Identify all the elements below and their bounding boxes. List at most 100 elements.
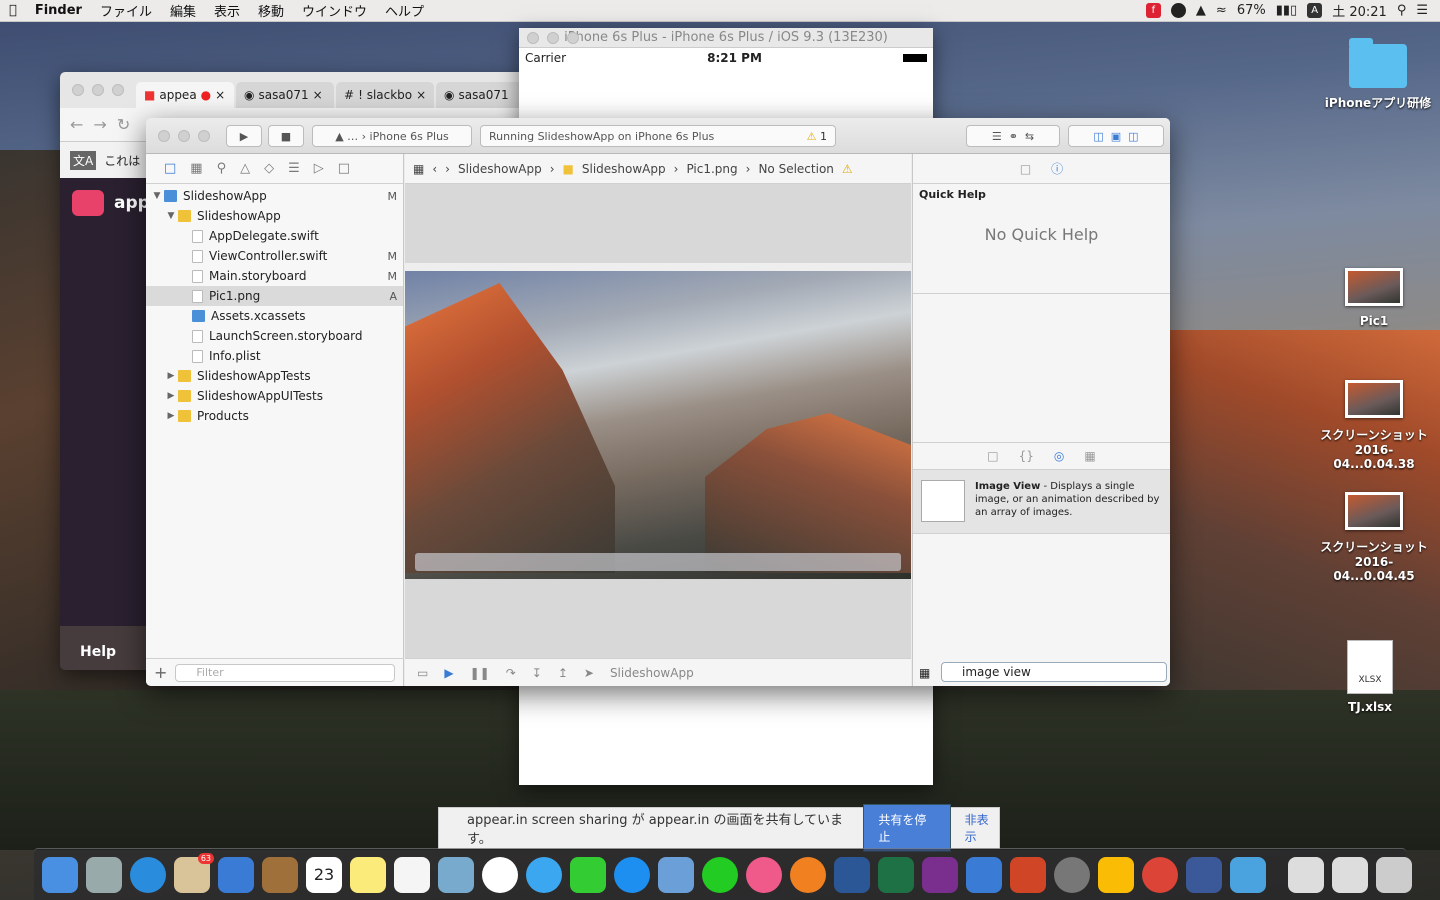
editor-mode-selector[interactable]: ☰ ⚭ ⇆: [966, 125, 1060, 147]
add-icon[interactable]: +: [154, 663, 167, 682]
menu-edit[interactable]: 編集: [161, 1, 205, 20]
ibooks-icon[interactable]: [790, 856, 826, 893]
launchpad-icon[interactable]: [86, 856, 122, 893]
close-button[interactable]: [527, 32, 539, 44]
tree-row[interactable]: ▼ SlideshowApp M: [146, 186, 403, 206]
apple-menu-icon[interactable]: : [0, 3, 26, 18]
desktop-file[interactable]: スクリーンショット 2016-04...0.04.45: [1319, 492, 1429, 583]
breakpoints-icon[interactable]: ▶: [444, 666, 453, 680]
messages-icon[interactable]: [526, 856, 562, 893]
tree-row[interactable]: ViewController.swift M: [146, 246, 403, 266]
hide-button[interactable]: 非表示: [965, 811, 999, 845]
library-item[interactable]: Image View - Displays a single image, or…: [913, 470, 1170, 534]
grid-view-icon[interactable]: ▦: [919, 666, 930, 680]
drive-icon[interactable]: ▲: [1196, 3, 1206, 18]
close-button[interactable]: [72, 84, 84, 96]
app-store-icon[interactable]: [614, 856, 650, 893]
code-snippet-icon[interactable]: {}: [1019, 449, 1034, 463]
breakpoint-icon[interactable]: ▷: [314, 161, 324, 176]
reminders-icon[interactable]: [394, 856, 430, 893]
library-search-input[interactable]: image view: [941, 662, 1167, 682]
menu-view[interactable]: 表示: [205, 1, 249, 20]
jump-group[interactable]: SlideshowApp: [582, 162, 666, 176]
appear-in-logo-icon[interactable]: [72, 190, 104, 216]
tree-row[interactable]: Assets.xcassets: [146, 306, 403, 326]
menu-file[interactable]: ファイル: [91, 1, 161, 20]
notification-center-icon[interactable]: ☰: [1416, 3, 1428, 18]
photos-icon[interactable]: [482, 856, 518, 893]
stop-button[interactable]: ■: [268, 125, 304, 147]
file-inspector-icon[interactable]: □: [1020, 162, 1031, 176]
test-icon[interactable]: ◇: [264, 161, 274, 176]
tree-row[interactable]: ▶ SlideshowAppTests: [146, 366, 403, 386]
finder-icon[interactable]: [42, 856, 78, 893]
notes-icon[interactable]: [350, 856, 386, 893]
word-icon[interactable]: [834, 856, 870, 893]
minimize-button[interactable]: [92, 84, 104, 96]
stop-sharing-button[interactable]: 共有を停止: [863, 804, 951, 852]
step-over-icon[interactable]: ↷: [506, 666, 516, 680]
folder-icon[interactable]: □: [164, 161, 176, 176]
help-link[interactable]: Help: [80, 644, 116, 660]
xcode-icon[interactable]: [966, 856, 1002, 893]
jump-selection[interactable]: No Selection: [758, 162, 833, 176]
console-toggle-icon[interactable]: ▭: [417, 666, 428, 680]
menu-app-name[interactable]: Finder: [26, 3, 91, 18]
trash-icon[interactable]: [1376, 856, 1412, 893]
jump-project[interactable]: SlideshowApp: [458, 162, 542, 176]
zoom-button[interactable]: [567, 32, 579, 44]
documents-stack-icon[interactable]: [1332, 856, 1368, 893]
desktop-file[interactable]: XLSX TJ.xlsx: [1315, 640, 1425, 714]
excel-icon[interactable]: [878, 856, 914, 893]
desktop-folder[interactable]: iPhoneアプリ研修: [1323, 38, 1433, 111]
keynote-icon[interactable]: [658, 856, 694, 893]
chrome-icon[interactable]: [1142, 856, 1178, 893]
battery-percent[interactable]: 67%: [1237, 3, 1266, 18]
browser-tab[interactable]: #! slackbo ×: [336, 82, 434, 108]
tree-row[interactable]: ▶ Products: [146, 406, 403, 426]
clock[interactable]: 土 20:21: [1332, 1, 1387, 20]
minimize-button[interactable]: [547, 32, 559, 44]
symbol-icon[interactable]: ▦: [190, 161, 202, 176]
quick-help-icon[interactable]: ⓘ: [1051, 160, 1063, 177]
close-icon[interactable]: ×: [313, 88, 323, 102]
object-library-icon[interactable]: ◎: [1054, 449, 1064, 463]
zoom-button[interactable]: [198, 130, 210, 142]
media-library-icon[interactable]: ▦: [1084, 449, 1095, 463]
minimize-button[interactable]: [178, 130, 190, 142]
onenote-icon[interactable]: [922, 856, 958, 893]
location-icon[interactable]: ➤: [584, 666, 594, 680]
safari-icon[interactable]: [130, 856, 166, 893]
menu-window[interactable]: ウインドウ: [293, 1, 376, 20]
file-template-icon[interactable]: □: [987, 449, 998, 463]
line-icon[interactable]: [702, 856, 738, 893]
view-toggle[interactable]: ◫ ▣ ◫: [1068, 125, 1164, 147]
downloads-stack-icon[interactable]: [1288, 856, 1324, 893]
disclosure-triangle-icon[interactable]: ▶: [164, 391, 178, 401]
browser-tab[interactable]: ◉ sasa071 ×: [236, 82, 334, 108]
tree-row[interactable]: AppDelegate.swift: [146, 226, 403, 246]
translate-icon[interactable]: 文A: [70, 150, 97, 170]
calendar-icon[interactable]: 23: [306, 856, 342, 893]
browser-tab[interactable]: ■ appea ● ×: [136, 82, 234, 108]
jump-file[interactable]: Pic1.png: [686, 162, 737, 176]
tree-row[interactable]: Info.plist: [146, 346, 403, 366]
search-icon[interactable]: ⚲: [217, 161, 227, 176]
reload-icon[interactable]: ↻: [117, 115, 130, 134]
disclosure-triangle-icon[interactable]: ▶: [164, 371, 178, 381]
mail-icon[interactable]: 63: [174, 852, 214, 893]
google-drive-icon[interactable]: [1098, 856, 1134, 893]
itunes-icon[interactable]: [746, 856, 782, 893]
pause-icon[interactable]: ❚❚: [470, 666, 490, 680]
status-icon[interactable]: [1170, 3, 1186, 18]
spotlight-icon[interactable]: ⚲: [1397, 3, 1407, 18]
app-icon[interactable]: [1230, 856, 1266, 893]
related-items-icon[interactable]: ▦: [413, 162, 424, 176]
menu-go[interactable]: 移動: [249, 1, 293, 20]
tree-row[interactable]: LaunchScreen.storyboard: [146, 326, 403, 346]
tree-row[interactable]: Pic1.png A: [146, 286, 403, 306]
disclosure-triangle-icon[interactable]: ▼: [150, 191, 164, 201]
powerpoint-icon[interactable]: [1010, 856, 1046, 893]
close-icon[interactable]: ×: [416, 88, 426, 102]
flash-icon[interactable]: f: [1145, 3, 1161, 18]
